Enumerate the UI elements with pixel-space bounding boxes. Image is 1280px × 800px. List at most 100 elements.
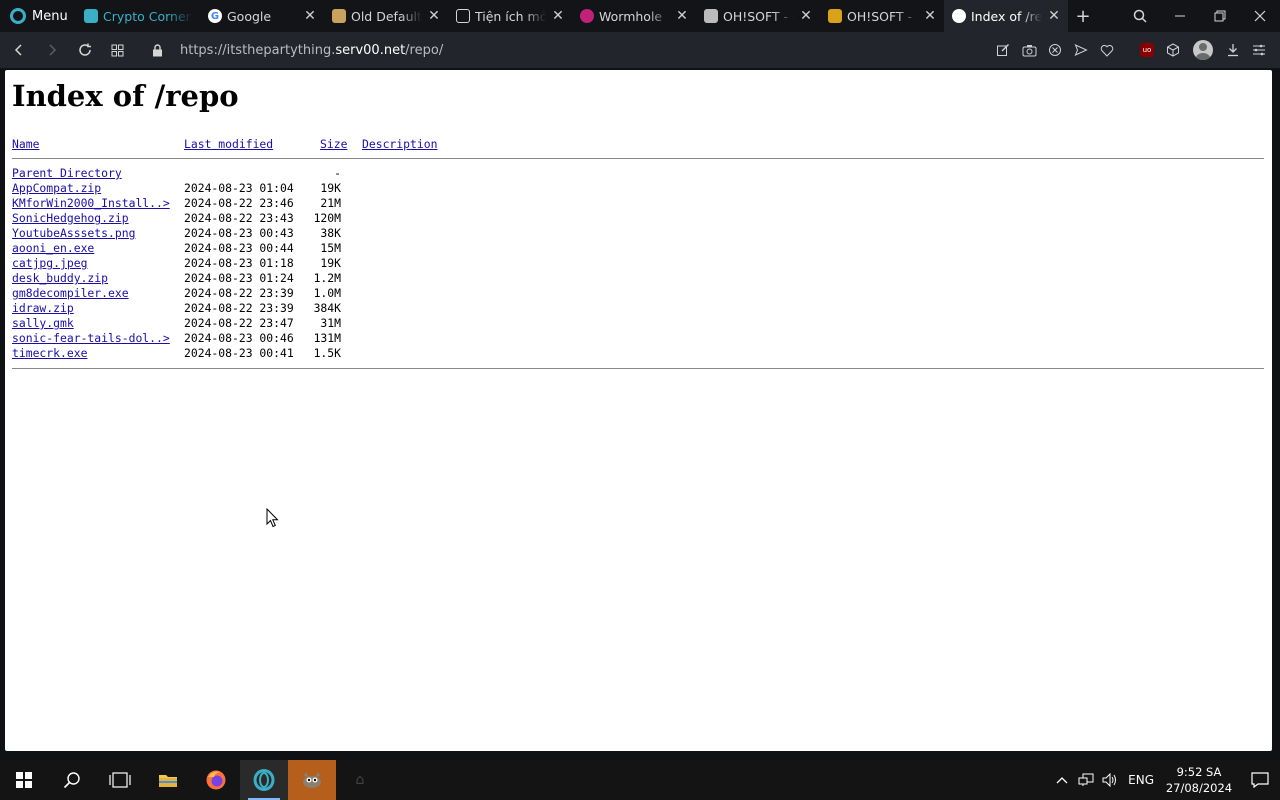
task-view-button[interactable] [96, 760, 144, 800]
globe-icon [952, 9, 966, 23]
firefox-icon[interactable] [192, 760, 240, 800]
file-row: idraw.zip 2024-08-22 23:39 384K [12, 301, 612, 316]
ohsoft-icon [828, 9, 842, 23]
file-size: 19K [320, 181, 341, 195]
clock-date: 27/08/2024 [1165, 781, 1233, 795]
profile-avatar[interactable] [1186, 32, 1220, 68]
size-column-header[interactable]: Size [320, 137, 347, 152]
start-button[interactable] [0, 760, 48, 800]
tab-7[interactable]: OH!SOFT - D ✕ [820, 0, 944, 32]
back-button[interactable] [2, 32, 35, 68]
tab-8[interactable]: Index of /repo✕ [944, 0, 1068, 32]
heart-icon[interactable] [1094, 32, 1120, 68]
search-button[interactable] [48, 760, 96, 800]
tab-1[interactable]: Crypto Corner [76, 0, 200, 32]
tab-5[interactable]: Wormhole ✕ [572, 0, 696, 32]
close-tab-icon[interactable]: ✕ [798, 8, 814, 24]
lock-icon[interactable] [142, 43, 172, 57]
file-row: timecrk.exe 2024-08-23 00:41 1.5K [12, 346, 612, 361]
file-modified: 2024-08-23 00:44 [184, 241, 294, 255]
name-column-header[interactable]: Name [12, 137, 39, 152]
opera-taskbar-icon[interactable] [240, 760, 288, 800]
header-divider [12, 158, 1264, 159]
file-link[interactable]: catjpg.jpeg [12, 256, 87, 270]
file-modified: 2024-08-23 01:04 [184, 181, 294, 195]
file-size: 38K [320, 226, 341, 240]
gimp-icon[interactable] [288, 760, 336, 800]
language-indicator[interactable]: ENG [1128, 773, 1154, 787]
opera-menu-button[interactable]: Menu [0, 0, 76, 32]
windows-logo-icon [16, 772, 32, 788]
file-link[interactable]: AppCompat.zip [12, 181, 101, 195]
tab-6[interactable]: OH!SOFT - d ✕ [696, 0, 820, 32]
tab-3[interactable]: Old Default ✕ [324, 0, 448, 32]
file-link[interactable]: sally.gmk [12, 316, 74, 330]
parent-directory-row: Parent Directory - [12, 166, 612, 181]
file-link[interactable]: aooni_en.exe [12, 241, 94, 255]
file-link[interactable]: gm8decompiler.exe [12, 286, 129, 300]
tab-label: Old Default [351, 8, 422, 24]
restore-button[interactable] [1200, 0, 1240, 32]
download-icon[interactable] [1220, 32, 1246, 68]
easy-setup-menu-icon[interactable] [1246, 32, 1272, 68]
description-column-header[interactable]: Description [362, 137, 437, 152]
notification-icon[interactable] [1240, 760, 1280, 800]
clock[interactable]: 9:52 SA 27/08/2024 [1164, 764, 1234, 796]
toolbar-separator [1120, 32, 1134, 68]
send-icon[interactable] [1068, 32, 1094, 68]
chevron-up-icon[interactable] [1050, 776, 1074, 784]
file-explorer-icon[interactable] [144, 760, 192, 800]
tab-2[interactable]: G Google ✕ [200, 0, 324, 32]
close-tab-icon[interactable]: ✕ [550, 8, 566, 24]
close-tab-icon[interactable]: ✕ [1046, 8, 1062, 24]
file-modified: 2024-08-22 23:39 [184, 286, 294, 300]
chat-icon [704, 9, 718, 23]
file-link[interactable]: desk_buddy.zip [12, 271, 108, 285]
file-size: 31M [320, 316, 341, 330]
last-modified-column-header[interactable]: Last modified [184, 137, 273, 152]
windows-taskbar: ⌂ ENG 9:52 SA 27/08/2024 [0, 760, 1280, 800]
close-tab-icon[interactable]: ✕ [302, 8, 318, 24]
crypto-icon [84, 9, 98, 23]
page-title: Index of /repo [12, 79, 239, 113]
close-tab-icon[interactable]: ✕ [922, 8, 938, 24]
search-tabs-icon[interactable] [1120, 0, 1160, 32]
close-tab-icon[interactable]: ✕ [674, 8, 690, 24]
block-icon[interactable] [1042, 32, 1068, 68]
file-row: KMforWin2000_Install..> 2024-08-22 23:46 2… [12, 196, 612, 211]
file-row: sally.gmk 2024-08-22 23:47 31M [12, 316, 612, 331]
edit-icon[interactable] [990, 32, 1016, 68]
file-link[interactable]: sonic-fear-tails-dol..> [12, 331, 170, 345]
file-modified: 2024-08-22 23:39 [184, 301, 294, 315]
network-icon[interactable] [1074, 773, 1098, 787]
reload-button[interactable] [68, 32, 101, 68]
file-link[interactable]: SonicHedgehog.zip [12, 211, 129, 225]
file-row: catjpg.jpeg 2024-08-23 01:18 19K [12, 256, 612, 271]
forward-button[interactable] [35, 32, 68, 68]
tab-label: Index of /repo [971, 8, 1042, 24]
taskbar-app-icon[interactable]: ⌂ [336, 760, 384, 800]
parent-directory-link[interactable]: Parent Directory [12, 166, 122, 180]
new-tab-button[interactable]: + [1068, 0, 1098, 32]
address-bar: https://itsthepartything.serv00.net/repo… [0, 32, 1280, 68]
file-link[interactable]: idraw.zip [12, 301, 74, 315]
url-field[interactable]: https://itsthepartything.serv00.net/repo… [180, 43, 443, 58]
tab-label: Wormhole [599, 8, 663, 24]
extensions-cube-icon[interactable] [1160, 32, 1186, 68]
close-window-button[interactable] [1240, 0, 1280, 32]
volume-icon[interactable] [1098, 773, 1122, 787]
file-row: AppCompat.zip 2024-08-23 01:04 19K [12, 181, 612, 196]
mouse-cursor-icon [266, 508, 279, 528]
file-link[interactable]: timecrk.exe [12, 346, 87, 360]
file-row: aooni_en.exe 2024-08-23 00:44 15M [12, 241, 612, 256]
file-listing: Parent Directory - AppCompat.zip 2024-08-… [12, 166, 612, 361]
file-modified: 2024-08-22 23:43 [184, 211, 294, 225]
minimize-button[interactable] [1160, 0, 1200, 32]
tab-grid-icon[interactable] [101, 32, 134, 68]
ublock-icon[interactable]: uo [1134, 32, 1160, 68]
camera-icon[interactable] [1016, 32, 1042, 68]
tab-4[interactable]: Tiện ích mở rộng✕ [448, 0, 572, 32]
file-link[interactable]: KMforWin2000_Install..> [12, 196, 170, 210]
file-link[interactable]: YoutubeAsssets.png [12, 226, 135, 240]
close-tab-icon[interactable]: ✕ [426, 8, 442, 24]
